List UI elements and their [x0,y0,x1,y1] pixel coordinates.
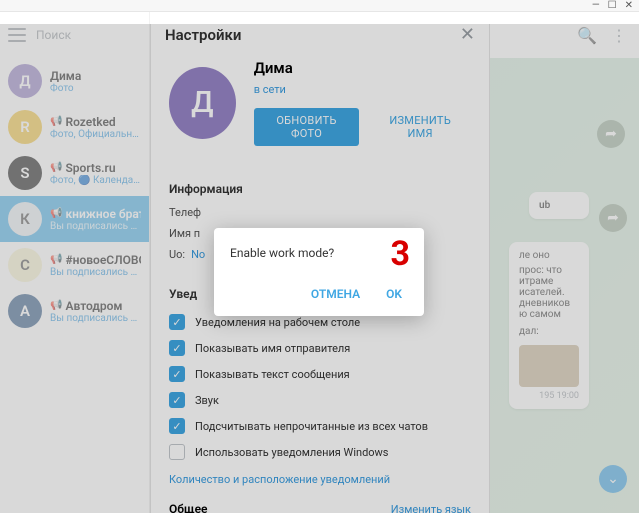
window-minimize[interactable]: — [592,0,600,11]
window-close[interactable]: ✕ [625,0,633,11]
window-maximize[interactable]: ☐ [608,0,617,11]
dialog-question: Enable work mode? [230,246,408,260]
ok-button[interactable]: OK [380,285,408,303]
confirm-dialog: 3 Enable work mode? ОТМЕНА OK [214,228,424,316]
annotation-number: 3 [390,234,410,274]
cancel-button[interactable]: ОТМЕНА [303,282,368,306]
